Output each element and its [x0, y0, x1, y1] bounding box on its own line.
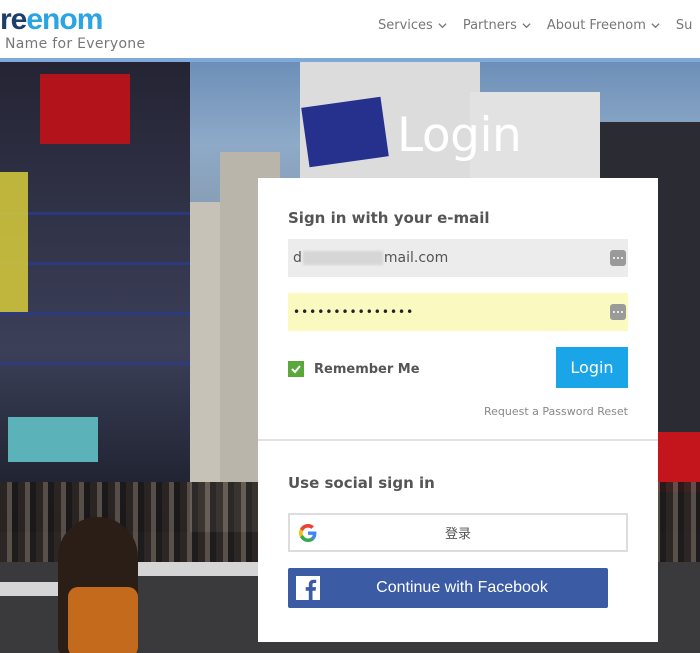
- check-icon: [291, 365, 301, 374]
- freenom-logo[interactable]: reenom: [0, 3, 103, 36]
- google-signin-label: 登录: [444, 527, 471, 542]
- signin-heading: Sign in with your e-mail: [288, 209, 490, 227]
- nav-partners-label: Partners: [462, 18, 517, 33]
- login-button[interactable]: Login: [556, 347, 628, 388]
- person: [58, 517, 138, 653]
- password-value: •••••••••••••••: [293, 305, 415, 319]
- login-card: Sign in with your e-mail d mail.com •••••…: [258, 178, 658, 642]
- building: [0, 62, 190, 542]
- light-stripe: [0, 312, 190, 315]
- email-value: d mail.com: [293, 250, 628, 266]
- crosswalk: [0, 582, 60, 596]
- password-field[interactable]: •••••••••••••••: [288, 293, 628, 331]
- nav-partners[interactable]: Partners: [463, 18, 531, 33]
- billboard: [0, 172, 28, 312]
- google-icon: [299, 524, 317, 542]
- logo-text-blue: enom: [26, 3, 103, 36]
- coat: [68, 587, 138, 653]
- google-signin-button[interactable]: 登录: [288, 513, 628, 552]
- light-stripe: [0, 212, 190, 215]
- facebook-signin-label: Continue with Facebook: [376, 579, 548, 596]
- nav-services-label: Services: [378, 18, 433, 33]
- social-heading: Use social sign in: [288, 474, 435, 492]
- facebook-signin-button[interactable]: Continue with Facebook: [288, 568, 608, 608]
- light-stripe: [0, 262, 190, 265]
- nav-services[interactable]: Services: [378, 18, 447, 33]
- chevron-down-icon: [438, 23, 447, 29]
- email-prefix: d: [293, 250, 302, 266]
- email-field[interactable]: d mail.com: [288, 239, 628, 277]
- billboard: [301, 96, 389, 168]
- light-stripe: [0, 362, 190, 365]
- nav-support[interactable]: Su: [676, 18, 693, 33]
- redacted-text: [302, 251, 383, 265]
- logo-text-dark: re: [0, 3, 27, 36]
- billboard: [8, 417, 98, 462]
- nav-about-label: About Freenom: [546, 18, 646, 33]
- facebook-icon: [296, 576, 320, 600]
- logo-tagline: Name for Everyone: [5, 36, 146, 52]
- billboard: [40, 74, 130, 144]
- crosswalk: [120, 562, 260, 576]
- main-nav: Services Partners About Freenom Su: [378, 18, 692, 33]
- remember-me-checkbox[interactable]: [288, 361, 304, 377]
- chevron-down-icon: [651, 23, 660, 29]
- password-reset-link[interactable]: Request a Password Reset: [484, 405, 628, 418]
- divider: [258, 439, 658, 441]
- page-title: Login: [397, 108, 522, 163]
- chevron-down-icon: [522, 23, 531, 29]
- nav-about[interactable]: About Freenom: [547, 18, 660, 33]
- nav-support-label: Su: [675, 18, 693, 33]
- password-manager-icon[interactable]: [610, 250, 626, 266]
- remember-me-label: Remember Me: [314, 361, 420, 377]
- password-manager-icon[interactable]: [610, 304, 626, 320]
- remember-me[interactable]: Remember Me: [288, 361, 420, 377]
- site-header: reenom Name for Everyone Services Partne…: [0, 0, 700, 62]
- email-suffix: mail.com: [383, 250, 449, 266]
